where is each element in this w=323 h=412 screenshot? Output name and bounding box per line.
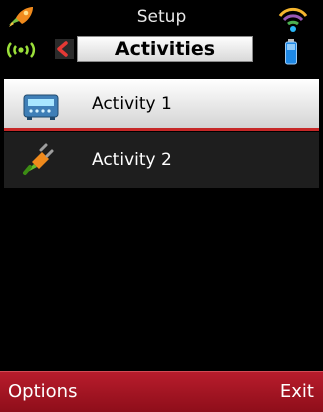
- battery-icon: [285, 39, 297, 65]
- header: Setup Activities: [0, 0, 323, 72]
- softkey-bar: Options Exit: [0, 371, 323, 412]
- left-arrow-icon[interactable]: [52, 37, 74, 61]
- list-item-activity-2[interactable]: Activity 2: [4, 132, 319, 188]
- options-softkey[interactable]: Options: [8, 372, 77, 412]
- activity-list: Activity 1 Activity 2: [0, 79, 323, 188]
- list-item-label: Activity 1: [92, 93, 172, 114]
- page-title: Setup: [136, 7, 187, 27]
- receiver-icon: [23, 94, 59, 120]
- list-item-activity-1[interactable]: Activity 1: [4, 79, 319, 131]
- exit-softkey[interactable]: Exit: [280, 372, 314, 412]
- tab-activities[interactable]: Activities: [77, 36, 253, 62]
- signal-icon: [278, 7, 308, 32]
- radio-waves-icon: [6, 42, 36, 58]
- list-item-label: Activity 2: [92, 150, 172, 170]
- plug-icon: [23, 143, 54, 175]
